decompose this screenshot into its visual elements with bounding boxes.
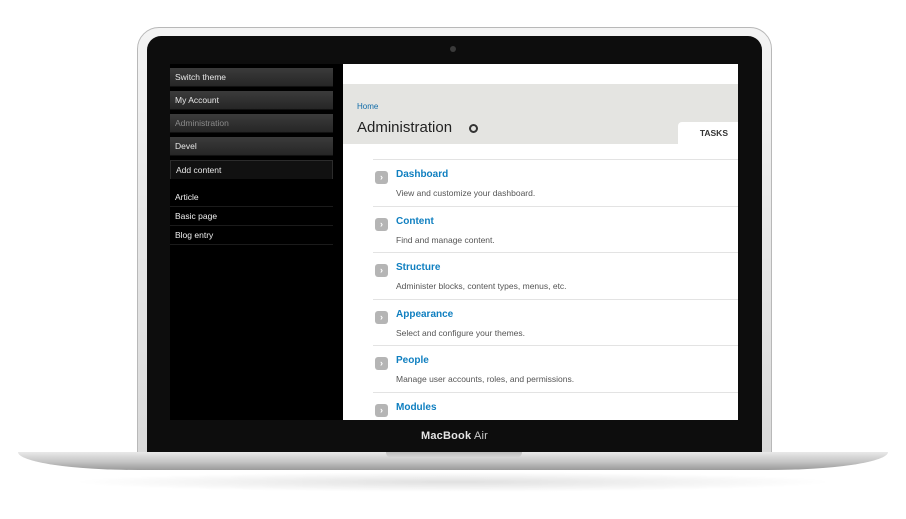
laptop-hinge-notch: [386, 452, 522, 458]
chevron-right-icon: ›: [375, 217, 388, 231]
device-label: MacBook Air: [147, 430, 762, 442]
admin-menu-list: › Dashboard View and customize your dash…: [373, 159, 738, 420]
add-blog-entry-link[interactable]: Blog entry: [170, 226, 333, 245]
camera-icon: [450, 46, 456, 52]
device-model: Air: [473, 430, 488, 442]
breadcrumb-home-link[interactable]: Home: [357, 102, 378, 111]
gear-icon[interactable]: [469, 124, 478, 133]
list-item-content[interactable]: › Content Find and manage content.: [373, 205, 738, 253]
content-link[interactable]: Content: [396, 216, 434, 227]
people-link[interactable]: People: [396, 355, 429, 366]
item-description: Administer blocks, content types, menus,…: [396, 281, 567, 291]
switch-theme-button[interactable]: Switch theme: [170, 68, 333, 87]
dashboard-link[interactable]: Dashboard: [396, 169, 448, 180]
list-item-people[interactable]: › People Manage user accounts, roles, an…: [373, 345, 738, 392]
item-description: Select and configure your themes.: [396, 327, 525, 338]
laptop-shadow: [70, 472, 836, 492]
list-item-dashboard[interactable]: › Dashboard View and customize your dash…: [373, 159, 738, 206]
chevron-right-icon: ›: [375, 264, 388, 277]
add-article-link[interactable]: Article: [170, 188, 333, 207]
admin-toolbar: Switch theme My Account Administration D…: [170, 64, 342, 420]
appearance-link[interactable]: Appearance: [396, 309, 453, 320]
tab-tasks[interactable]: TASKS: [678, 122, 738, 144]
laptop-screen: Switch theme My Account Administration D…: [170, 64, 738, 420]
list-item-appearance[interactable]: › Appearance Select and configure your t…: [373, 298, 738, 346]
chevron-right-icon: ›: [375, 310, 388, 324]
device-brand: MacBook: [420, 430, 472, 442]
chevron-right-icon: ›: [375, 357, 388, 370]
chevron-right-icon: ›: [375, 171, 388, 184]
administration-button[interactable]: Administration: [170, 114, 333, 133]
devel-button[interactable]: Devel: [170, 137, 333, 156]
chevron-right-icon: ›: [375, 403, 388, 417]
item-description: Manage user accounts, roles, and permiss…: [396, 374, 575, 384]
item-description: View and customize your dashboard.: [396, 188, 536, 198]
admin-content: Home Administration TASKS › Dashboard Vi…: [343, 64, 738, 420]
modules-link[interactable]: Modules: [396, 402, 437, 413]
add-basic-page-link[interactable]: Basic page: [170, 207, 333, 226]
item-description: Find and manage content.: [396, 234, 495, 245]
list-item-structure[interactable]: › Structure Administer blocks, content t…: [373, 252, 738, 299]
list-item-modules[interactable]: › Modules: [373, 391, 738, 421]
page-title: Administration: [357, 119, 453, 136]
my-account-button[interactable]: My Account: [170, 91, 333, 110]
structure-link[interactable]: Structure: [396, 262, 440, 273]
add-content-button[interactable]: Add content: [170, 160, 333, 179]
